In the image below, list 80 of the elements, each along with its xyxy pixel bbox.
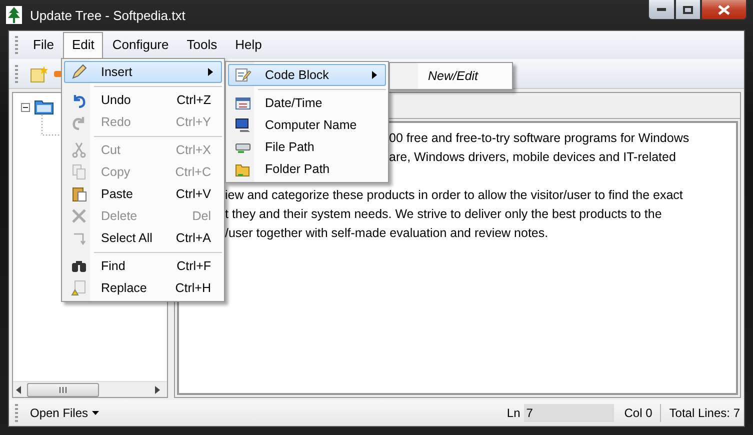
folder-icon [34, 99, 54, 115]
entry-label: Redo [100, 115, 132, 129]
menu-entry[interactable]: Computer Name [228, 114, 386, 136]
menu-entry[interactable]: Insert [64, 61, 222, 83]
pencil-icon [71, 64, 87, 80]
entry-label: Cut [100, 143, 122, 157]
menu-entry[interactable]: New/Edit [392, 65, 510, 87]
menu-item[interactable]: File [24, 32, 63, 59]
text-line: iew and categorize these products in order to allow the visitor/user to find the exact [225, 188, 683, 202]
horizontal-scrollbar[interactable] [13, 381, 167, 397]
line-label: Ln [506, 406, 522, 420]
menu-entry[interactable]: Select All Ctrl+A [64, 227, 222, 249]
scissors-icon [71, 142, 87, 158]
menu-entry[interactable]: Folder Path [228, 158, 386, 180]
menu-item[interactable]: Help [226, 32, 271, 59]
entry-label: Computer Name [264, 118, 358, 132]
redo-icon [71, 114, 87, 130]
undo-icon [71, 92, 87, 108]
toolbar-grip [15, 64, 18, 82]
entry-label: Replace [100, 281, 148, 295]
entry-label: Code Block [264, 68, 330, 82]
maximize-icon [683, 6, 693, 14]
column-label: Col 0 [623, 406, 654, 420]
entry-label: Folder Path [264, 162, 331, 176]
binoculars-icon [71, 258, 87, 274]
total-lines-label: Total Lines: 7 [668, 406, 741, 420]
minimize-button[interactable] [648, 0, 675, 20]
menu-entry[interactable]: Undo Ctrl+Z [64, 89, 222, 111]
maximize-button[interactable] [675, 0, 701, 20]
entry-label: Delete [100, 209, 138, 223]
cross-icon [71, 208, 87, 224]
shortcut-label: Ctrl+F [176, 259, 212, 273]
entry-label: Undo [100, 93, 132, 107]
open-files-dropdown[interactable]: Open Files [24, 404, 106, 422]
scroll-thumb[interactable] [27, 382, 99, 396]
shortcut-label: Ctrl+C [174, 165, 212, 179]
menu-entry[interactable]: Paste Ctrl+V [64, 183, 222, 205]
copy-icon [71, 164, 87, 180]
menu-item[interactable]: Configure [103, 32, 178, 59]
status-grip [15, 404, 18, 422]
entry-label: Paste [100, 187, 134, 201]
close-icon [718, 4, 730, 14]
document-pencil-icon [235, 67, 251, 83]
entry-label: Select All [100, 231, 154, 245]
shortcut-label: Del [191, 209, 212, 223]
computer-icon [235, 117, 251, 133]
shortcut-label: Ctrl+Z [176, 93, 212, 107]
tree-logo-icon [6, 6, 22, 24]
entry-label: Copy [100, 165, 132, 179]
shortcut-label: Ctrl+V [174, 187, 212, 201]
menu-item[interactable]: Edit [62, 32, 104, 59]
paste-icon [71, 186, 87, 202]
line-field[interactable]: 7 [524, 404, 614, 422]
entry-label: Insert [100, 65, 134, 79]
menu-entry[interactable]: Date/Time [228, 92, 386, 114]
menu-grip [15, 36, 18, 54]
entry-label: Date/Time [264, 96, 324, 110]
text-line: 00 free and free-to-try software programs for Windows [389, 131, 690, 145]
shortcut-label: Ctrl+X [174, 143, 212, 157]
replace-icon [71, 280, 87, 296]
menu-entry[interactable]: Replace Ctrl+H [64, 277, 222, 299]
minimize-icon [657, 8, 666, 11]
menu-entry[interactable]: Code Block [228, 64, 386, 86]
text-line: t they and their system needs. We strive to deliver only the best products to the [225, 207, 662, 221]
text-line: are, Windows drivers, mobile devices and IT-related [389, 150, 676, 164]
shortcut-label: Ctrl+A [174, 231, 212, 245]
collapse-icon[interactable] [21, 102, 30, 112]
menu-entry[interactable]: File Path [228, 136, 386, 158]
menu-item[interactable]: Tools [178, 32, 226, 59]
entry-label: Find [100, 259, 126, 273]
menu-entry[interactable]: Find Ctrl+F [64, 255, 222, 277]
calendar-icon [235, 95, 251, 111]
entry-label: File Path [264, 140, 316, 154]
caret-icon [92, 411, 100, 415]
window-title: Update Tree - Softpedia.txt [30, 8, 186, 22]
close-button[interactable] [701, 0, 747, 20]
grip-icon [59, 386, 67, 392]
shortcut-label: Ctrl+H [174, 281, 212, 295]
text-line: /user together with self-made evaluation and review notes. [225, 226, 548, 240]
shortcut-label: Ctrl+Y [174, 115, 212, 129]
